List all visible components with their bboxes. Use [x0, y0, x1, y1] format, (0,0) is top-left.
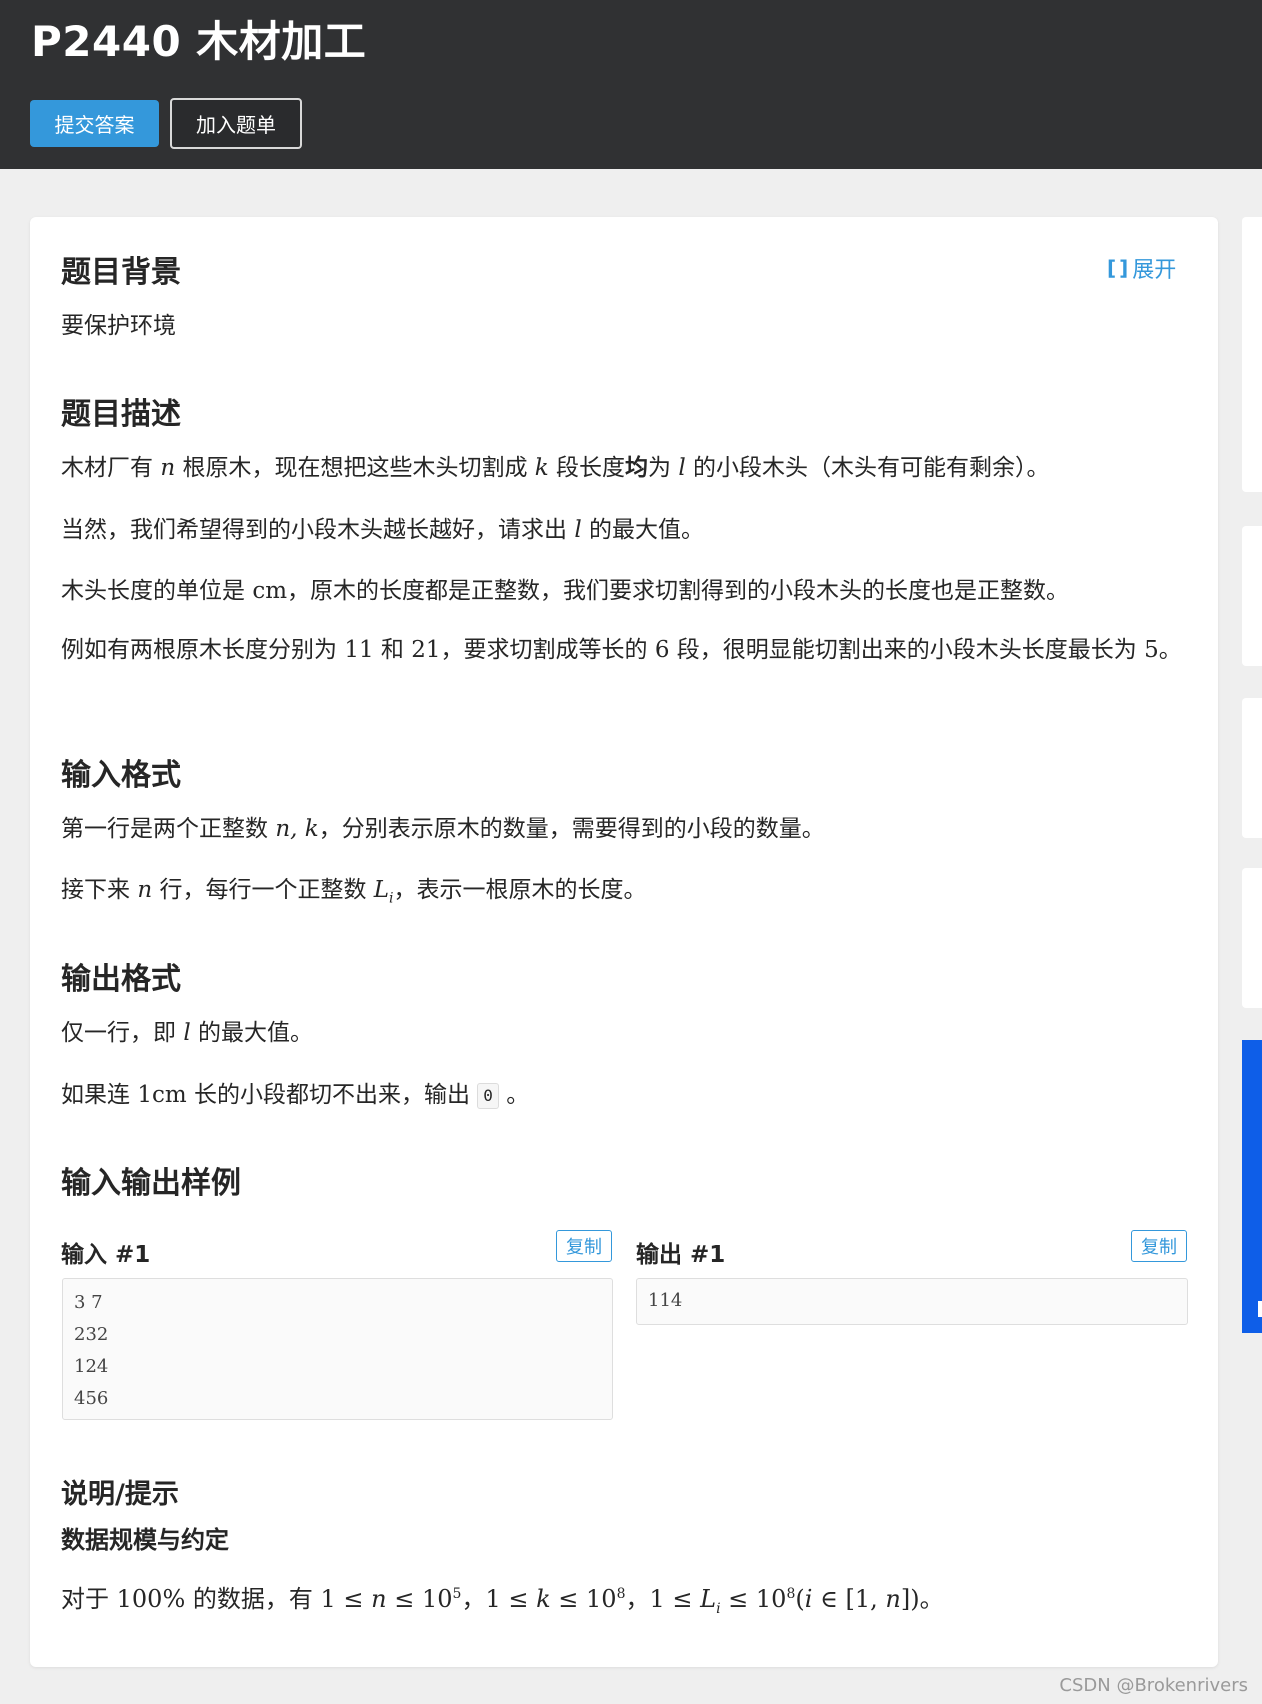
- output-format-heading: 输出格式: [61, 962, 181, 997]
- problem-header: P2440 木材加工 提交答案 加入题单: [0, 0, 1262, 169]
- copy-input-button[interactable]: 复制: [556, 1230, 612, 1262]
- sample-input-line: 3 7: [74, 1292, 103, 1313]
- submit-answer-button[interactable]: 提交答案: [30, 100, 159, 147]
- sample-output-box[interactable]: 114: [636, 1278, 1188, 1325]
- description-paragraph-4: 例如有两根原木长度分别为 11 和 21，要求切割成等长的 6 段，很明显能切割…: [61, 637, 1182, 663]
- sample-output-label: 输出 #1: [636, 1242, 726, 1268]
- add-to-list-button[interactable]: 加入题单: [170, 98, 302, 149]
- sample-input-line: 456: [74, 1388, 109, 1409]
- output-format-paragraph-2: 如果连 1cm 长的小段都切不出来，输出 0 。: [61, 1082, 530, 1109]
- description-paragraph-3: 木头长度的单位是 cm，原木的长度都是正整数，我们要求切割得到的小段木头的长度也…: [61, 578, 1070, 604]
- side-panel-2: [1242, 526, 1262, 666]
- output-format-paragraph-1: 仅一行，即 l 的最大值。: [61, 1020, 313, 1046]
- watermark: CSDN @Brokenrivers: [1059, 1675, 1248, 1696]
- sample-input-line: 232: [74, 1324, 109, 1345]
- problem-content-card: [30, 217, 1218, 1667]
- sample-input-label: 输入 #1: [61, 1242, 151, 1268]
- copy-output-button[interactable]: 复制: [1131, 1230, 1187, 1262]
- input-format-heading: 输入格式: [61, 758, 181, 793]
- hint-heading: 说明/提示: [61, 1479, 179, 1510]
- side-panel-4: [1242, 868, 1262, 1008]
- inline-code: 0: [477, 1082, 499, 1109]
- side-panel-1: [1242, 217, 1262, 492]
- fullscreen-icon: [ ]: [1107, 256, 1128, 280]
- hint-constraints: 对于 100% 的数据，有 1 ≤ n ≤ 105，1 ≤ k ≤ 108，1 …: [61, 1585, 944, 1617]
- input-format-paragraph-1: 第一行是两个正整数 n, k，分别表示原木的数量，需要得到的小段的数量。: [61, 816, 825, 842]
- background-text: 要保护环境: [61, 313, 176, 339]
- sample-input-line: 124: [74, 1356, 109, 1377]
- description-paragraph-1: 木材厂有 n 根原木，现在想把这些木头切割成 k 段长度均为 l 的小段木头（木…: [61, 455, 1050, 481]
- sample-input-box[interactable]: 3 7 232 124 456: [62, 1278, 613, 1420]
- description-heading: 题目描述: [61, 397, 181, 432]
- description-paragraph-2: 当然，我们希望得到的小段木头越长越好，请求出 l 的最大值。: [61, 517, 704, 543]
- samples-heading: 输入输出样例: [61, 1166, 241, 1201]
- sample-output-line: 114: [648, 1290, 683, 1311]
- expand-button[interactable]: [ ] 展开: [1107, 252, 1176, 284]
- side-panel-notch: [1258, 1301, 1262, 1317]
- page-title: P2440 木材加工: [31, 17, 367, 66]
- side-panel-3: [1242, 698, 1262, 838]
- input-format-paragraph-2: 接下来 n 行，每行一个正整数 Li，表示一根原木的长度。: [61, 877, 647, 907]
- side-blue-panel[interactable]: [1242, 1040, 1262, 1333]
- hint-subheading: 数据规模与约定: [61, 1526, 229, 1554]
- background-heading: 题目背景: [61, 255, 181, 290]
- expand-label: 展开: [1132, 258, 1177, 283]
